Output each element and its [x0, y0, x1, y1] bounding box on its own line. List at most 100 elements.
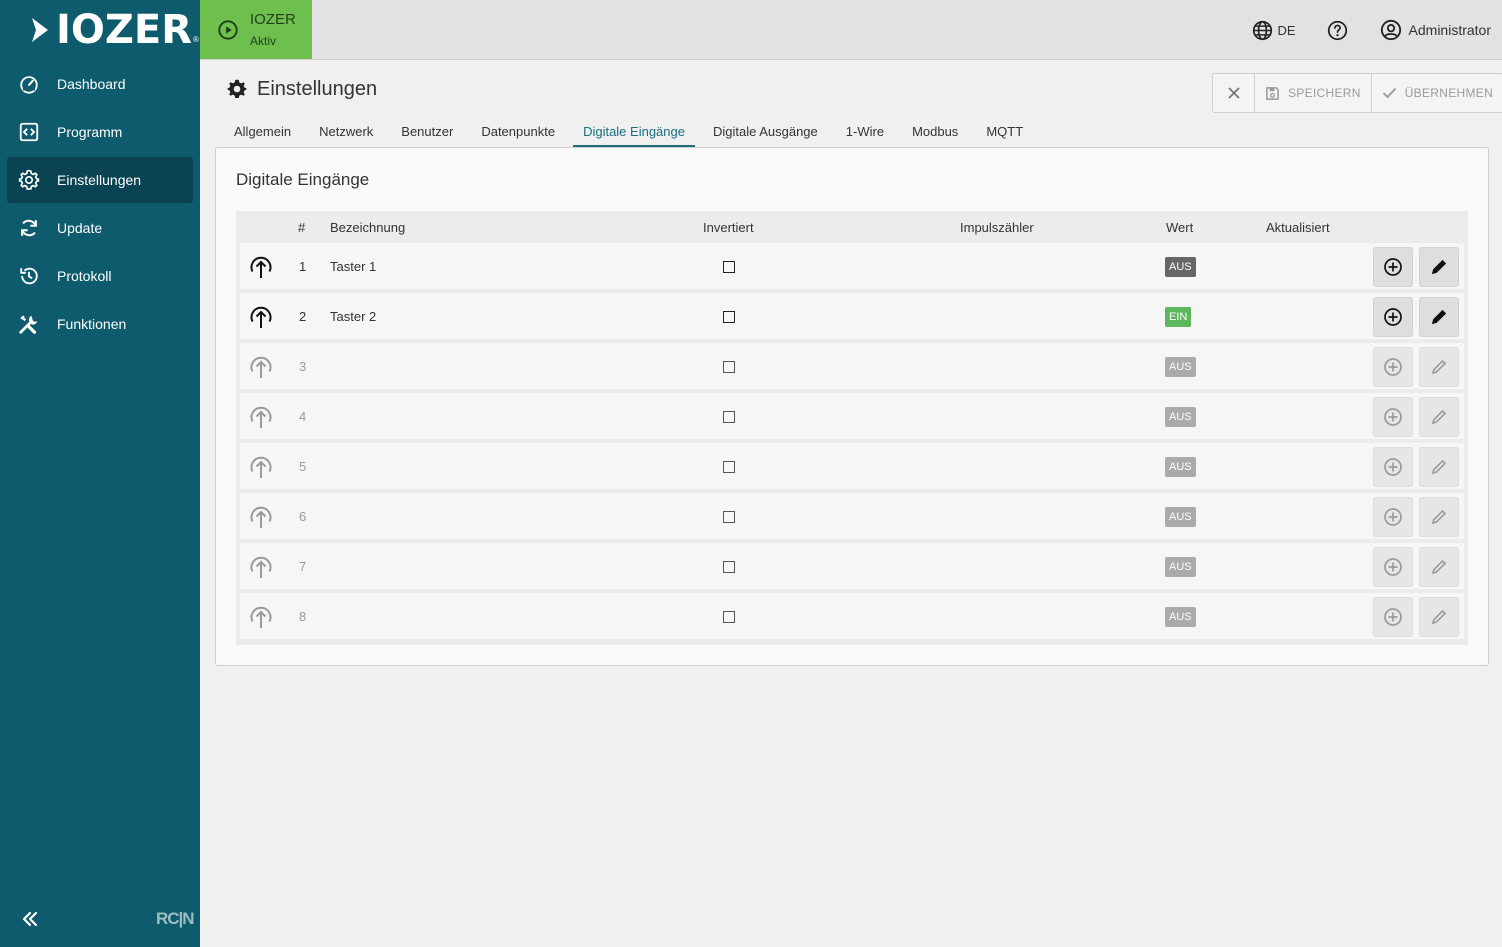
add-button[interactable] — [1373, 297, 1413, 337]
sidebar-item-einstellungen[interactable]: Einstellungen — [7, 157, 193, 203]
save-button[interactable]: SPEICHERN — [1254, 74, 1371, 112]
sidebar-item-dashboard[interactable]: Dashboard — [7, 61, 193, 107]
user-circle-icon — [1380, 19, 1401, 41]
rcn-logo: RC|N — [156, 909, 195, 928]
page-title: Einstellungen — [257, 77, 378, 100]
apply-button[interactable]: ÜBERNEHMEN — [1370, 74, 1502, 112]
col-value[interactable]: Wert — [1166, 220, 1193, 235]
code-box-icon — [18, 121, 40, 143]
plus-circle-icon — [1384, 508, 1402, 526]
top-right-controls: DE Administrator — [1252, 18, 1491, 42]
row-number: 1 — [299, 259, 307, 274]
double-chevron-left-icon — [22, 911, 38, 927]
tab-1-wire[interactable]: 1-Wire — [836, 120, 894, 147]
input-arrow-icon — [250, 356, 272, 378]
inverted-checkbox[interactable] — [723, 611, 735, 623]
tools-icon — [18, 313, 40, 335]
collapse-sidebar-button[interactable] — [18, 906, 42, 932]
sidebar-item-update[interactable]: Update — [7, 205, 193, 251]
user-menu[interactable]: Administrator — [1380, 19, 1491, 41]
sidebar-item-programm[interactable]: Programm — [7, 109, 193, 155]
value-badge: AUS — [1165, 257, 1196, 277]
tab-allgemein[interactable]: Allgemein — [224, 120, 301, 147]
tab-datenpunkte[interactable]: Datenpunkte — [471, 120, 565, 147]
value-badge: EIN — [1165, 307, 1192, 327]
check-icon — [1382, 87, 1396, 99]
language-selector[interactable]: DE — [1252, 20, 1296, 41]
inverted-checkbox[interactable] — [723, 461, 735, 473]
header-actions: SPEICHERN ÜBERNEHMEN — [1212, 73, 1502, 113]
inverted-checkbox[interactable] — [723, 361, 735, 373]
edit-button[interactable] — [1419, 447, 1459, 487]
help-circle-icon — [1327, 20, 1347, 40]
tab-mqtt[interactable]: MQTT — [976, 120, 1033, 147]
history-icon — [18, 265, 40, 287]
add-button[interactable] — [1373, 597, 1413, 637]
system-status-tile[interactable]: IOZER Aktiv — [200, 0, 312, 59]
pencil-icon — [1431, 559, 1447, 575]
add-button[interactable] — [1373, 347, 1413, 387]
cancel-button[interactable] — [1213, 74, 1254, 112]
col-counter[interactable]: Impulszähler — [960, 220, 1034, 235]
page-header: Einstellungen — [226, 77, 377, 101]
edit-button[interactable] — [1419, 597, 1459, 637]
sidebar-nav: Dashboard Programm Einstellungen Update Prot… — [7, 61, 193, 349]
digital-inputs-card: Digitale Eingänge # Bezeichnung Invertie… — [215, 147, 1489, 666]
edit-button[interactable] — [1419, 247, 1459, 287]
value-badge: AUS — [1165, 507, 1196, 527]
add-button[interactable] — [1373, 547, 1413, 587]
settings-tabs: Allgemein Netzwerk Benutzer Datenpunkte Digi… — [224, 120, 1041, 148]
add-button[interactable] — [1373, 397, 1413, 437]
value-badge: AUS — [1165, 407, 1196, 427]
col-name[interactable]: Bezeichnung — [330, 220, 405, 235]
logo-registered-mark: ® — [193, 35, 199, 44]
input-arrow-icon — [250, 406, 272, 428]
help-button[interactable] — [1327, 20, 1348, 41]
inverted-checkbox[interactable] — [723, 561, 735, 573]
edit-button[interactable] — [1419, 397, 1459, 437]
table-row: 1 Taster 1 AUS — [240, 243, 1464, 291]
plus-circle-icon — [1384, 608, 1402, 626]
sidebar: IOZER ® Dashboard Programm Einstellungen Up… — [0, 0, 200, 947]
row-name: Taster 1 — [330, 259, 377, 274]
add-button[interactable] — [1373, 497, 1413, 537]
input-arrow-icon — [250, 506, 272, 528]
inverted-checkbox[interactable] — [723, 511, 735, 523]
tab-netzwerk[interactable]: Netzwerk — [309, 120, 383, 147]
sidebar-item-protokoll[interactable]: Protokoll — [7, 253, 193, 299]
tab-digitale-eingänge[interactable]: Digitale Eingänge — [573, 120, 695, 147]
edit-button[interactable] — [1419, 297, 1459, 337]
col-inverted[interactable]: Invertiert — [703, 220, 754, 235]
table-row: 6 AUS — [240, 493, 1464, 541]
row-number: 7 — [299, 559, 307, 574]
sidebar-item-label: Programm — [57, 124, 123, 140]
tab-modbus[interactable]: Modbus — [902, 120, 968, 147]
tab-benutzer[interactable]: Benutzer — [391, 120, 463, 147]
value-badge: AUS — [1165, 457, 1196, 477]
add-button[interactable] — [1373, 447, 1413, 487]
edit-button[interactable] — [1419, 497, 1459, 537]
edit-button[interactable] — [1419, 547, 1459, 587]
row-number: 6 — [299, 509, 307, 524]
close-icon — [1227, 87, 1240, 99]
pencil-icon — [1431, 359, 1447, 375]
inverted-checkbox[interactable] — [723, 311, 735, 323]
plus-circle-icon — [1384, 458, 1402, 476]
tab-digitale-ausgänge[interactable]: Digitale Ausgänge — [703, 120, 828, 147]
row-number: 2 — [299, 309, 307, 324]
pencil-icon — [1431, 459, 1447, 475]
plus-circle-icon — [1384, 358, 1402, 376]
plus-circle-icon — [1384, 408, 1402, 426]
card-title: Digitale Eingänge — [236, 170, 370, 189]
save-label: SPEICHERN — [1288, 86, 1361, 100]
pencil-icon — [1431, 609, 1447, 625]
col-updated[interactable]: Aktualisiert — [1266, 220, 1330, 235]
value-badge: AUS — [1165, 557, 1196, 577]
inverted-checkbox[interactable] — [723, 411, 735, 423]
edit-button[interactable] — [1419, 347, 1459, 387]
plus-circle-icon — [1384, 258, 1402, 276]
add-button[interactable] — [1373, 247, 1413, 287]
sidebar-item-funktionen[interactable]: Funktionen — [7, 301, 193, 347]
iozer-logo[interactable]: IOZER ® — [30, 10, 199, 50]
inverted-checkbox[interactable] — [723, 261, 735, 273]
